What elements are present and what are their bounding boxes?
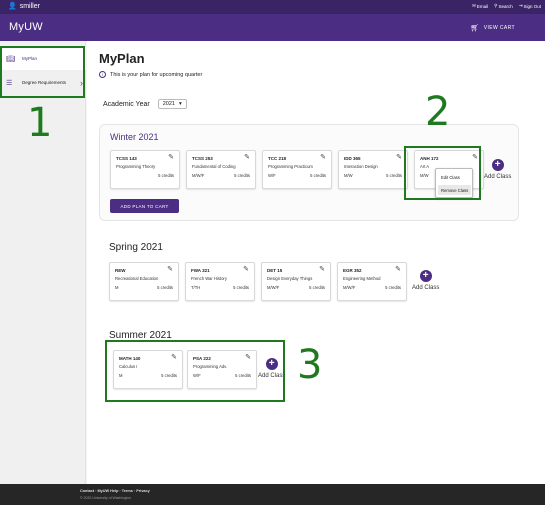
class-credits: 5 credits (385, 285, 401, 290)
footer: Contact · MyUW Help · Terms · Privacy © … (0, 484, 545, 505)
annotation-label-1: 1 (27, 100, 53, 146)
term-spring: Spring 2021 REW ✎ Recreational Education… (109, 242, 449, 302)
sign-out-link[interactable]: ⇥ Sign Out (519, 3, 541, 9)
page-subtitle: i This is your plan for upcoming quarter (99, 71, 202, 78)
brand-title[interactable]: MyUW (9, 21, 43, 33)
search-icon: ⚲ (494, 3, 498, 8)
user-account[interactable]: 👤 smiller (8, 2, 40, 11)
class-days: M/W/F (267, 285, 280, 290)
annotation-box-1 (0, 46, 85, 98)
class-code: TCC 218 (268, 156, 287, 161)
academic-year-select[interactable]: 2021 ▾ (157, 99, 187, 109)
class-card[interactable]: EGR 352 ✎ Engineering Method M/W/F 5 cre… (337, 262, 407, 301)
class-name: French War History (191, 276, 227, 281)
cart-icon: 🛒︎ (470, 25, 480, 32)
annotation-box-3 (105, 340, 285, 402)
email-link[interactable]: ✉ Email (472, 3, 488, 9)
subtitle-text: This is your plan for upcoming quarter (110, 71, 203, 78)
class-days: M/W/F (192, 173, 205, 178)
edit-pencil-icon[interactable]: ✎ (396, 153, 402, 161)
class-card[interactable]: DET 15 ✎ Design Everyday Things M/W/F 5 … (261, 262, 331, 301)
add-plan-to-cart-button[interactable]: ADD PLAN TO CART (110, 199, 179, 213)
envelope-icon: ✉ (472, 3, 476, 8)
class-days: M/W (344, 173, 353, 178)
search-link[interactable]: ⚲ Search (494, 3, 513, 9)
class-code: DET 15 (267, 268, 283, 273)
term-title: Winter 2021 (110, 132, 159, 142)
add-class-label: Add Class (412, 285, 440, 291)
edit-pencil-icon[interactable]: ✎ (244, 153, 250, 161)
utility-links: ✉ Email ⚲ Search ⇥ Sign Out (472, 3, 541, 9)
class-credits: 5 credits (310, 173, 326, 178)
class-code: REW (115, 268, 126, 273)
class-days: M (115, 285, 119, 290)
add-class-button[interactable]: + Add Class (484, 159, 511, 180)
edit-pencil-icon[interactable]: ✎ (319, 265, 325, 273)
add-class-label: Add Class (484, 174, 512, 180)
annotation-label-3: 3 (297, 342, 323, 388)
edit-pencil-icon[interactable]: ✎ (167, 265, 173, 273)
class-days: M/W/F (343, 285, 356, 290)
class-name: Programming Practicum (268, 164, 313, 169)
class-code: FWA 321 (191, 268, 210, 273)
class-card[interactable]: IDD 365 ✎ Interaction Design M/W 5 credi… (338, 150, 408, 189)
academic-year-label: Academic Year (103, 100, 150, 108)
class-credits: 5 credits (234, 173, 250, 178)
class-name: Recreational Education (115, 276, 159, 281)
edit-pencil-icon[interactable]: ✎ (243, 265, 249, 273)
view-cart-button[interactable]: 🛒︎ VIEW CART (470, 24, 515, 32)
footer-copyright: © 2020 University of Washington (80, 496, 131, 500)
plus-icon: + (419, 270, 432, 282)
class-name: Design Everyday Things (267, 276, 313, 281)
class-card[interactable]: TCSS 253 ✎ Fundamental of Coding M/W/F 5… (186, 150, 256, 189)
class-credits: 5 credits (233, 285, 249, 290)
class-credits: 5 credits (157, 285, 173, 290)
class-credits: 5 credits (158, 173, 174, 178)
add-class-button[interactable]: + Add Class (412, 270, 439, 291)
edit-pencil-icon[interactable]: ✎ (320, 153, 326, 161)
top-utility-bar: 👤 smiller ✉ Email ⚲ Search ⇥ Sign Out (0, 0, 545, 14)
plus-icon: + (491, 159, 504, 171)
annotation-box-2 (404, 146, 481, 200)
view-cart-label: VIEW CART (483, 25, 515, 31)
user-icon: 👤 (8, 3, 17, 10)
info-icon: i (99, 71, 106, 78)
class-days: T/TH (191, 285, 201, 290)
class-card[interactable]: TCSS 143 ✎ Programming Theory 5 credits (110, 150, 180, 189)
class-card[interactable]: FWA 321 ✎ French War History T/TH 5 cred… (185, 262, 255, 301)
chevron-down-icon: ▾ (178, 101, 182, 107)
term-title: Spring 2021 (109, 242, 163, 253)
main-navbar: MyUW 🛒︎ VIEW CART (0, 14, 545, 41)
annotation-label-2: 2 (425, 89, 451, 135)
class-name: Interaction Design (344, 164, 378, 169)
academic-year-row: Academic Year 2021 ▾ (103, 99, 187, 109)
edit-pencil-icon[interactable]: ✎ (168, 153, 174, 161)
edit-pencil-icon[interactable]: ✎ (395, 265, 401, 273)
main-content: MyPlan i This is your plan for upcoming … (87, 41, 545, 484)
class-days: W/F (268, 173, 276, 178)
class-credits: 5 credits (386, 173, 402, 178)
username: smiller (19, 2, 40, 10)
footer-links[interactable]: Contact · MyUW Help · Terms · Privacy (80, 489, 150, 493)
class-card[interactable]: REW ✎ Recreational Education M 5 credits (109, 262, 179, 301)
class-code: TCSS 253 (192, 156, 213, 161)
academic-year-value: 2021 (162, 101, 175, 107)
class-name: Engineering Method (343, 276, 381, 281)
class-code: TCSS 143 (116, 156, 137, 161)
class-credits: 5 credits (309, 285, 325, 290)
page-title: MyPlan (99, 51, 145, 66)
class-name: Fundamental of Coding (192, 164, 236, 169)
class-code: IDD 365 (344, 156, 361, 161)
class-card[interactable]: TCC 218 ✎ Programming Practicum W/F 5 cr… (262, 150, 332, 189)
class-code: EGR 352 (343, 268, 362, 273)
sign-out-icon: ⇥ (518, 3, 523, 8)
class-name: Programming Theory (116, 164, 156, 169)
